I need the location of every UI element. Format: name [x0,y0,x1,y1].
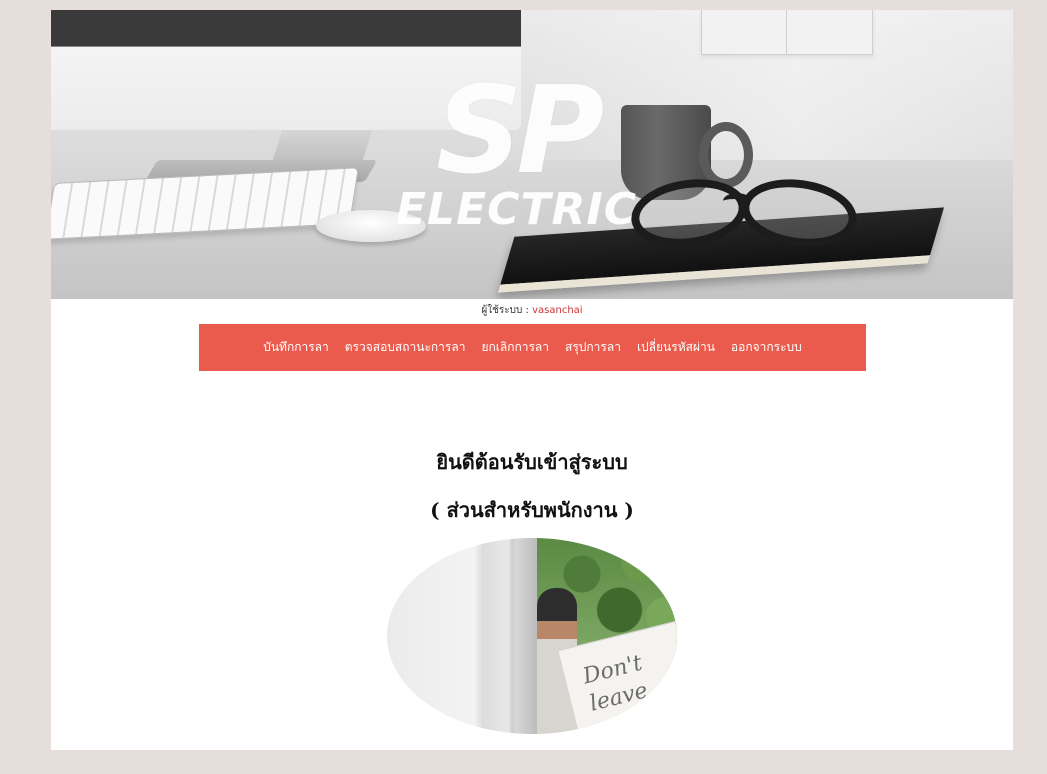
nav-leave-summary[interactable]: สรุปการลา [557,338,629,357]
current-user-name: vasanchai [532,305,583,316]
logo-text: ELECTRIC [396,184,637,235]
logo-mark: SP [436,62,604,201]
nav-record-leave[interactable]: บันทึกการลา [255,338,337,357]
banner-light-switch [701,10,873,55]
current-user-label: ผู้ใช้ระบบ : [481,305,529,316]
nav-cancel-leave[interactable]: ยกเลิกการลา [473,338,557,357]
photo-door-frame [515,538,537,734]
current-user-line: ผู้ใช้ระบบ : vasanchai [51,303,1013,318]
nav-check-leave-status[interactable]: ตรวจสอบสถานะการลา [337,338,474,357]
header-banner: SP ELECTRIC [51,10,1013,299]
banner-mug-handle [699,122,753,188]
nav-logout[interactable]: ออกจากระบบ [723,338,810,357]
welcome-photo: Don't leave [387,538,677,734]
nav-change-password[interactable]: เปลี่ยนรหัสผ่าน [629,338,723,357]
page-container: SP ELECTRIC ผู้ใช้ระบบ : vasanchai บันทึ… [51,10,1013,750]
sp-electric-logo: SP ELECTRIC [396,72,676,242]
welcome-heading: ยินดีต้อนรับเข้าสู่ระบบ [436,450,628,474]
banner-glasses-bridge [723,193,751,209]
photo-sign-text: Don't leave [580,650,651,717]
main-nav-bar: บันทึกการลา ตรวจสอบสถานะการลา ยกเลิกการล… [199,324,866,371]
welcome-subheading: ( ส่วนสำหรับพนักงาน ) [430,498,634,522]
